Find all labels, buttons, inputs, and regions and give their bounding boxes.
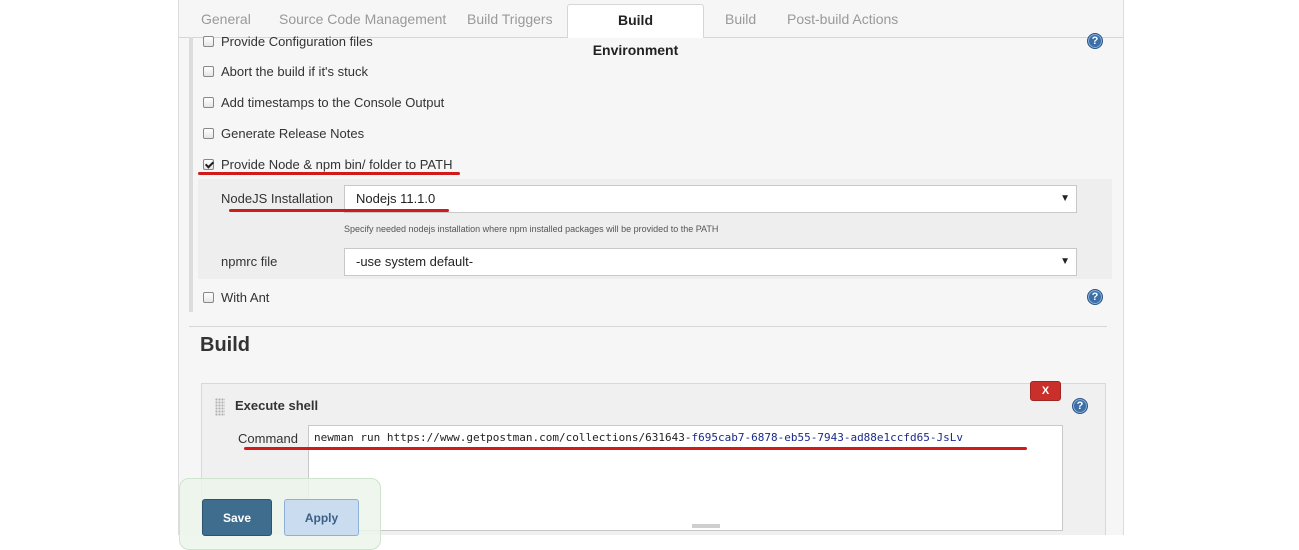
annotation-underline [198,172,460,175]
select-value: -use system default- [356,254,474,269]
nodejs-installation-select[interactable]: Nodejs 11.1.0 ▼ [344,185,1077,213]
option-provide-configuration-files[interactable]: Provide Configuration files [203,31,373,51]
npmrc-file-select[interactable]: -use system default- ▼ [344,248,1077,276]
build-section-title: Build [200,334,250,356]
option-provide-node-npm[interactable]: Provide Node & npm bin/ folder to PATH [203,154,452,174]
command-textarea[interactable]: newman run https://www.getpostman.com/co… [308,425,1063,531]
tab-post-build-actions[interactable]: Post-build Actions [777,4,908,36]
nodejs-installation-hint: Specify needed nodejs installation where… [344,224,719,234]
option-label: Abort the build if it's stuck [221,63,368,79]
help-icon[interactable]: ? [1072,398,1088,414]
command-text-suffix: f695cab7-6878-eb55-7943-ad88e1ccfd65-JsL… [691,431,964,444]
command-label: Command [238,431,298,446]
option-abort-if-stuck[interactable]: Abort the build if it's stuck [203,61,368,81]
option-label: Provide Configuration files [221,33,373,49]
apply-button[interactable]: Apply [284,499,359,536]
help-icon[interactable]: ? [1087,289,1103,305]
tab-build-triggers[interactable]: Build Triggers [457,4,563,36]
section-divider [189,326,1107,327]
checkbox[interactable] [203,96,214,108]
step-title: Execute shell [235,398,319,413]
annotation-underline [229,209,449,212]
dropdown-arrow-icon: ▼ [1060,256,1070,267]
dropdown-arrow-icon: ▼ [1060,193,1070,204]
tab-build[interactable]: Build [715,4,766,36]
checkbox[interactable] [203,291,214,303]
config-panel: General Source Code Management Build Tri… [178,0,1124,535]
select-value: Nodejs 11.1.0 [356,191,436,206]
command-text-prefix: newman run https://www.getpostman.com/co… [314,431,692,444]
option-label: Provide Node & npm bin/ folder to PATH [221,156,453,172]
option-label: With Ant [221,289,270,305]
help-icon[interactable]: ? [1087,33,1103,49]
option-with-ant[interactable]: With Ant [203,287,269,307]
checkbox[interactable] [203,65,214,77]
nodejs-installation-label: NodeJS Installation [221,191,334,206]
npmrc-file-label: npmrc file [221,254,278,269]
drag-handle-icon[interactable] [215,398,225,416]
textarea-resize-grip[interactable] [692,524,720,528]
section-indent-bar [189,37,193,312]
annotation-underline [244,447,1027,450]
checkbox[interactable] [203,127,214,139]
option-add-timestamps[interactable]: Add timestamps to the Console Output [203,92,444,112]
tab-build-environment[interactable]: Build Environment [567,4,704,58]
option-generate-release-notes[interactable]: Generate Release Notes [203,123,364,143]
checkbox-checked[interactable] [203,158,214,170]
delete-step-button[interactable]: X [1030,381,1061,401]
checkbox[interactable] [203,35,214,47]
save-button[interactable]: Save [202,499,272,536]
option-label: Generate Release Notes [221,125,365,141]
option-label: Add timestamps to the Console Output [221,94,445,110]
